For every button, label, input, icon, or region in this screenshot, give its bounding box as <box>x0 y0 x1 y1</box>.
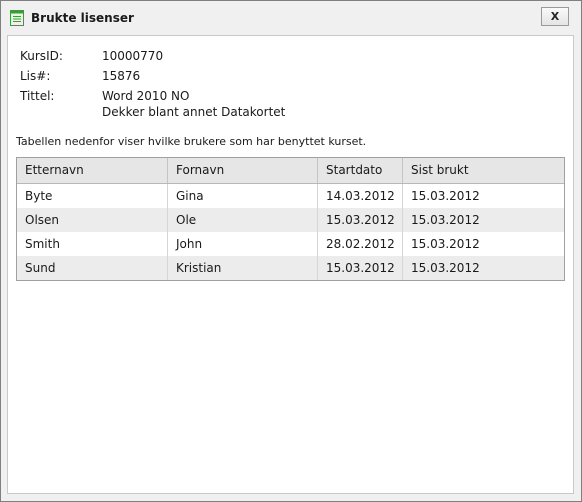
cell-startdato: 15.03.2012 <box>318 208 403 232</box>
lis-value: 15876 <box>102 69 141 83</box>
cell-etternavn: Byte <box>17 184 168 208</box>
cell-fornavn: Gina <box>168 184 318 208</box>
cell-etternavn: Smith <box>17 232 168 256</box>
table-row[interactable]: Byte Gina 14.03.2012 15.03.2012 <box>17 184 564 208</box>
users-table: Etternavn Fornavn Startdato Sist brukt B… <box>16 157 565 281</box>
cell-fornavn: Ole <box>168 208 318 232</box>
lis-label: Lis#: <box>20 69 51 83</box>
list-window-icon <box>10 10 24 26</box>
cell-etternavn: Sund <box>17 256 168 280</box>
dialog-title: Brukte lisenser <box>31 11 134 25</box>
kursid-label: KursID: <box>20 49 63 63</box>
content-panel: KursID: 10000770 Lis#: 15876 Tittel: Wor… <box>7 35 574 494</box>
tittel-value-line1: Word 2010 NO <box>102 89 190 103</box>
close-icon: X <box>550 10 560 23</box>
cell-sist-brukt: 15.03.2012 <box>411 213 480 227</box>
cell-fornavn: Kristian <box>168 256 318 280</box>
kursid-value: 10000770 <box>102 49 164 63</box>
cell-sist-brukt: 15.03.2012 <box>411 237 480 251</box>
table-row[interactable]: Olsen Ole 15.03.2012 15.03.2012 <box>17 208 564 232</box>
cell-sist-brukt: 15.03.2012 <box>411 189 480 203</box>
table-row[interactable]: Sund Kristian 15.03.2012 15.03.2012 <box>17 256 564 280</box>
cell-startdato: 15.03.2012 <box>318 256 403 280</box>
tittel-value-line2: Dekker blant annet Datakortet <box>102 105 286 119</box>
cell-startdato: 28.02.2012 <box>318 232 403 256</box>
cell-startdato: 14.03.2012 <box>318 184 403 208</box>
cell-etternavn: Olsen <box>17 208 168 232</box>
cell-sist-brukt: 15.03.2012 <box>411 261 480 275</box>
table-row[interactable]: Smith John 28.02.2012 15.03.2012 <box>17 232 564 256</box>
licenses-dialog: Brukte lisenser X KursID: 10000770 Lis#:… <box>0 0 582 502</box>
column-header-etternavn[interactable]: Etternavn <box>17 158 168 183</box>
column-header-fornavn[interactable]: Fornavn <box>168 158 318 183</box>
close-button[interactable]: X <box>541 7 569 26</box>
column-header-startdato[interactable]: Startdato <box>318 158 403 183</box>
table-description: Tabellen nedenfor viser hvilke brukere s… <box>16 135 367 148</box>
cell-fornavn: John <box>168 232 318 256</box>
table-header: Etternavn Fornavn Startdato Sist brukt <box>17 158 564 184</box>
column-header-sist-brukt[interactable]: Sist brukt <box>403 158 564 183</box>
title-bar[interactable]: Brukte lisenser X <box>1 1 581 35</box>
tittel-label: Tittel: <box>20 89 55 103</box>
